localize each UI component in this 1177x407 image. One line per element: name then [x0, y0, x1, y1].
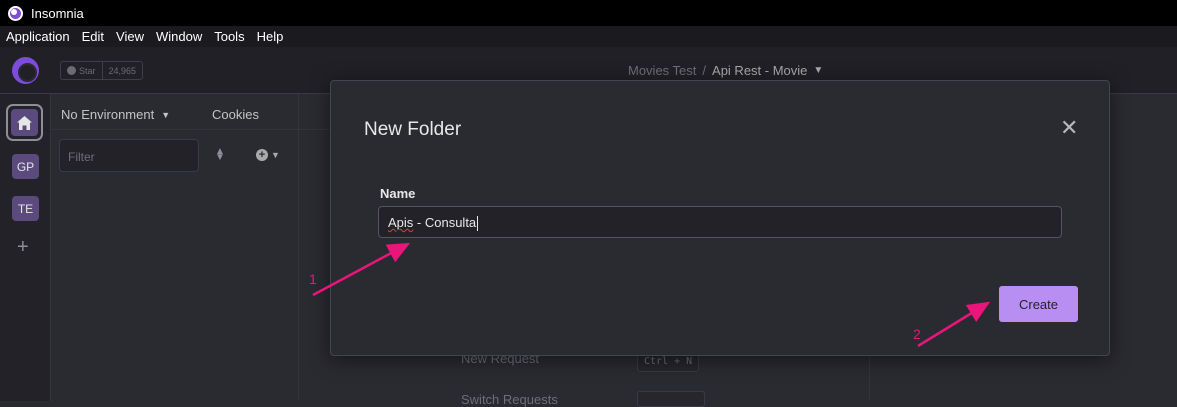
environment-select[interactable]: No Environment ▼	[61, 107, 170, 122]
filter-input[interactable]: Filter	[59, 139, 199, 172]
sort-icon[interactable]: ▲ ▼	[215, 147, 225, 163]
folder-name-input[interactable]: Apis - Consulta	[378, 206, 1062, 238]
annotation-label-2: 2	[913, 326, 921, 342]
text-cursor	[477, 216, 479, 232]
input-value-rest: - Consulta	[413, 215, 477, 230]
github-star-button[interactable]: Star 24,965	[60, 61, 144, 80]
new-folder-modal: New Folder ✕ Name Apis - Consulta Create	[330, 80, 1110, 356]
add-item-dropdown[interactable]: + ▼	[256, 149, 280, 161]
github-star-count: 24,965	[101, 62, 143, 79]
chevron-down-icon: ▼	[161, 109, 171, 120]
cookies-button[interactable]: Cookies	[212, 107, 259, 122]
window-title: Insomnia	[31, 5, 84, 21]
window-titlebar: Insomnia	[0, 0, 1177, 26]
workspace-gp-button[interactable]: GP	[12, 154, 39, 179]
insomnia-logo-icon	[8, 5, 23, 21]
menu-view[interactable]: View	[116, 29, 144, 44]
sidebar-divider	[51, 129, 299, 130]
breadcrumb-project[interactable]: Movies Test	[628, 63, 696, 78]
workspace-te-button[interactable]: TE	[12, 196, 39, 221]
breadcrumb-separator: /	[702, 63, 707, 78]
hint-switch-requests-shortcut	[637, 391, 705, 407]
close-icon[interactable]: ✕	[1060, 117, 1078, 139]
github-icon	[67, 66, 76, 75]
menu-tools[interactable]: Tools	[214, 29, 244, 44]
menu-application[interactable]: Application	[6, 29, 70, 44]
breadcrumb: Movies Test / Api Rest - Movie ▼	[628, 63, 823, 78]
environment-label: No Environment	[61, 107, 155, 122]
home-icon	[11, 109, 38, 136]
breadcrumb-current[interactable]: Api Rest - Movie	[712, 63, 807, 78]
menu-window[interactable]: Window	[156, 29, 202, 44]
chevron-down-icon: ▼	[271, 150, 280, 160]
misspelled-word: Apis	[388, 215, 414, 230]
name-field-label: Name	[380, 186, 416, 201]
menu-help[interactable]: Help	[257, 29, 284, 44]
chevron-down-icon[interactable]: ▼	[813, 65, 823, 76]
plus-circle-icon: +	[256, 149, 268, 161]
home-button[interactable]	[6, 104, 43, 141]
sidebar: No Environment ▼ Cookies Filter ▲ ▼ + ▼	[51, 94, 299, 401]
hint-switch-requests: Switch Requests	[461, 392, 558, 407]
add-workspace-icon[interactable]: +	[17, 237, 29, 257]
annotation-label-1: 1	[309, 271, 317, 287]
menu-edit[interactable]: Edit	[82, 29, 104, 44]
insomnia-logo-icon[interactable]	[12, 57, 39, 84]
menu-bar: Application Edit View Window Tools Help	[0, 26, 1177, 47]
workspace-rail: GP TE +	[0, 94, 51, 401]
modal-title: New Folder	[364, 119, 462, 140]
create-button[interactable]: Create	[999, 286, 1078, 322]
github-star-label: Star	[61, 62, 102, 79]
